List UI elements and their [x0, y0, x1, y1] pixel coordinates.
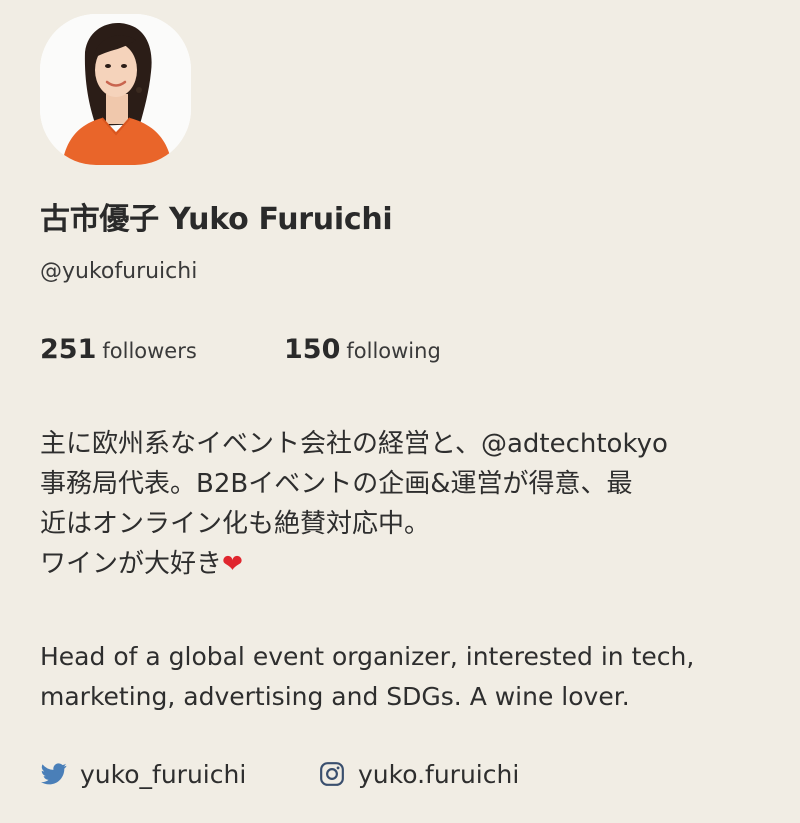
bio-japanese: 主に欧州系なイベント会社の経営と、@adtechtokyo 事務局代表。B2Bイ…: [40, 424, 775, 584]
twitter-link[interactable]: yuko_furuichi: [40, 754, 246, 794]
bio-ja-line: 主に欧州系なイベント会社の経営と、@adtechtokyo: [40, 429, 668, 459]
social-links: yuko_furuichi yuko.furuichi: [40, 754, 740, 794]
bio-ja-line: 近はオンライン化も絶賛対応中。: [40, 509, 431, 539]
bio-ja-text: ワインが大好き: [40, 549, 223, 579]
following-label: following: [346, 339, 441, 363]
bio-ja-line: 事務局代表。B2Bイベントの企画&運営が得意、最: [40, 469, 633, 499]
followers-label: followers: [102, 339, 197, 363]
twitter-bird-icon: [40, 760, 68, 788]
avatar-photo: [40, 14, 191, 165]
profile-stats: 251 followers 150 following: [40, 334, 740, 374]
followers-stat[interactable]: 251 followers: [40, 334, 197, 365]
instagram-link[interactable]: yuko.furuichi: [318, 754, 519, 794]
username: @yukofuruichi: [40, 259, 198, 284]
display-name: 古市優子 Yuko Furuichi: [40, 202, 393, 237]
following-count: 150: [284, 334, 341, 365]
twitter-handle: yuko_furuichi: [80, 759, 247, 789]
bio-en-line: marketing, advertising and SDGs. A wine …: [40, 682, 630, 711]
following-stat[interactable]: 150 following: [284, 334, 441, 365]
instagram-icon: [318, 760, 346, 788]
instagram-handle: yuko.furuichi: [358, 759, 520, 789]
bio-en-line: Head of a global event organizer, intere…: [40, 642, 695, 671]
heart-icon: ❤: [222, 549, 243, 578]
bio-english: Head of a global event organizer, intere…: [40, 637, 780, 717]
avatar[interactable]: [40, 14, 191, 165]
followers-count: 251: [40, 334, 97, 365]
bio-ja-line-last: ワインが大好き❤: [40, 544, 775, 584]
